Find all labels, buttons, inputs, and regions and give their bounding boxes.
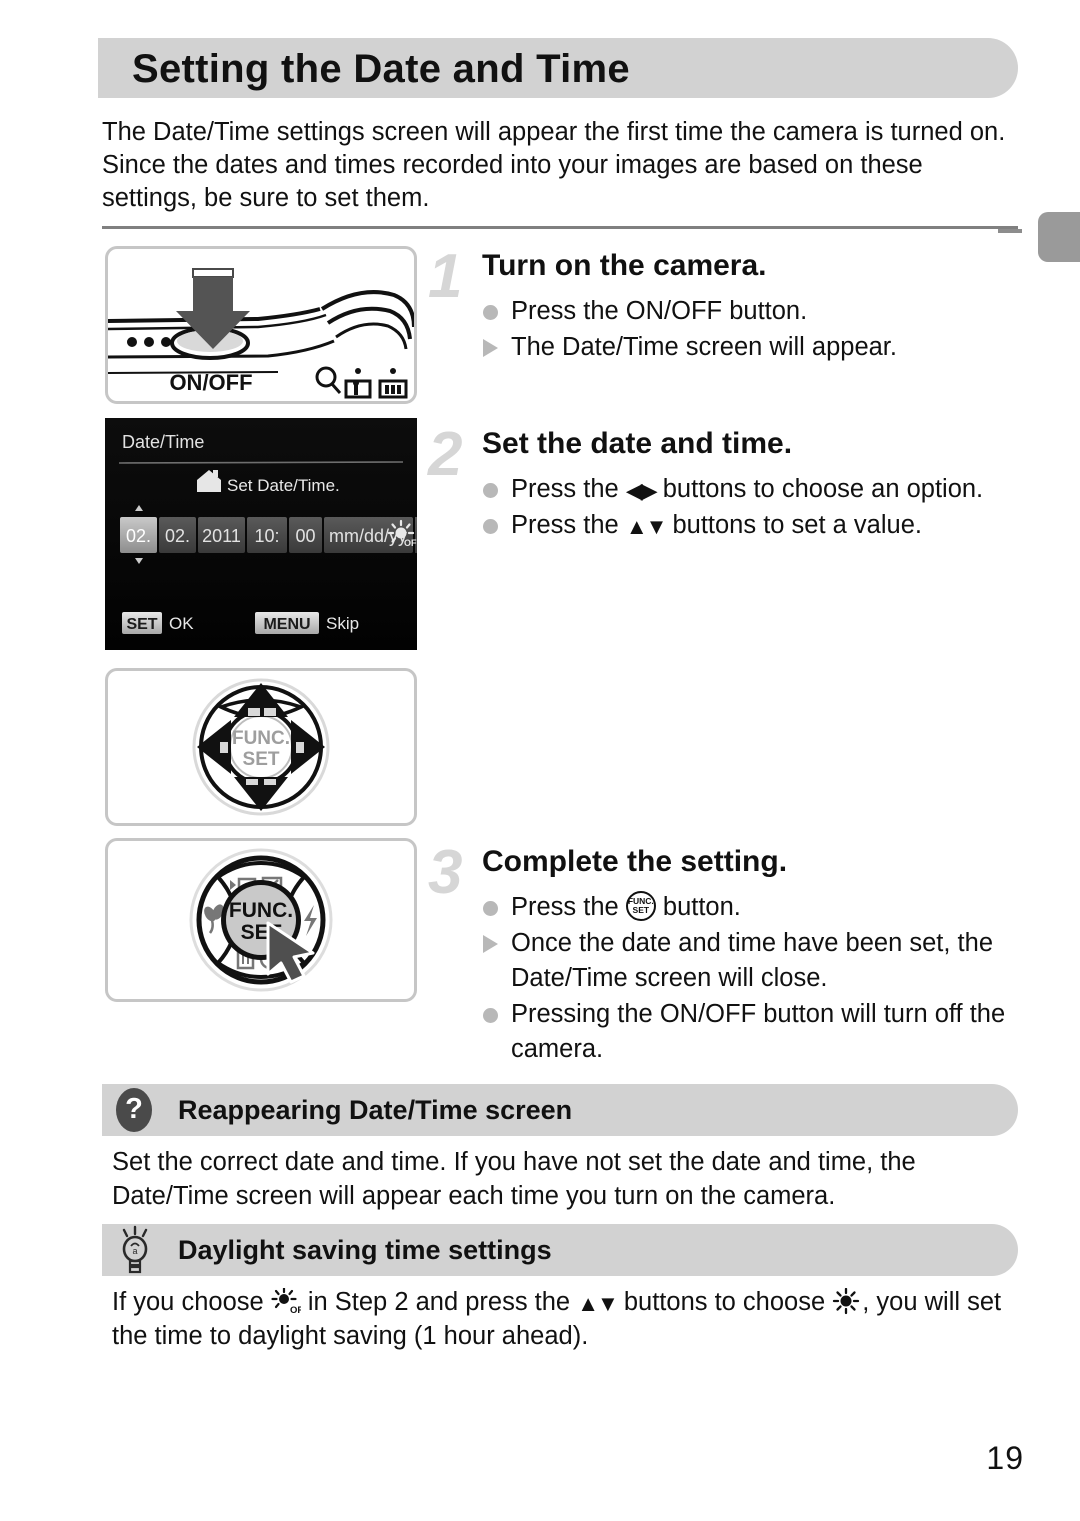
note-1-body: Set the correct date and time. If you ha… xyxy=(112,1148,916,1210)
step-3-number: 3 xyxy=(428,838,463,907)
bullet-line: Press the ON/OFF button. xyxy=(482,294,1022,329)
figure-camera-top: ON/OFF xyxy=(105,246,417,404)
svg-text:10:: 10: xyxy=(254,526,279,546)
bullet-text: Press the ON/OFF button. xyxy=(511,297,808,325)
bullet-text: Press the FUNC. SET button. xyxy=(511,890,1027,925)
figure-control-dial: FUNC. SET xyxy=(105,668,417,826)
svg-text:00: 00 xyxy=(295,526,315,546)
dot-bullet-icon xyxy=(482,890,511,925)
daylight-saving-off-icon: OFF xyxy=(271,1288,301,1316)
control-dial-illustration: FUNC. SET xyxy=(192,678,330,816)
intro-paragraph: The Date/Time settings screen will appea… xyxy=(102,118,1006,212)
bullet-text-pre: Press the xyxy=(511,893,626,921)
figure-lcd-datetime-screen: Date/Time Set Date/Time. 02. 02. 2011 10… xyxy=(105,418,417,650)
thumb-index-tab xyxy=(1038,212,1080,262)
bullet-line: Press the ▲▼ buttons to set a value. xyxy=(482,508,1027,543)
bullet-line: Pressing the ON/OFF button will turn off… xyxy=(482,997,1027,1067)
svg-text:2011: 2011 xyxy=(202,526,241,546)
page-title: Setting the Date and Time xyxy=(132,47,630,91)
bullet-text-post: button. xyxy=(655,893,741,921)
up-down-arrows-icon: ▲▼ xyxy=(577,1291,619,1316)
svg-text:02.: 02. xyxy=(165,526,190,546)
svg-text:mm/dd/yy: mm/dd/yy xyxy=(329,526,407,546)
bullet-text-pre: Press the xyxy=(511,475,626,503)
note-2-body-pre: If you choose xyxy=(112,1288,271,1316)
step-3-bullets: Press the FUNC. SET button. Once the date… xyxy=(482,890,1027,1068)
svg-text:a: a xyxy=(132,1246,137,1256)
left-right-arrows-icon: ◀▶ xyxy=(625,478,658,503)
step-2-number: 2 xyxy=(428,420,463,489)
lcd-title: Date/Time xyxy=(122,432,204,452)
svg-text:ON/OFF: ON/OFF xyxy=(169,370,252,395)
control-dial-pressed-illustration: FUNC. SET xyxy=(189,848,333,992)
triangle-bullet-icon xyxy=(482,330,511,365)
dot-bullet-icon xyxy=(482,294,511,329)
step-1-number: 1 xyxy=(428,242,463,311)
dial-pressed-line1: FUNC. xyxy=(229,899,293,922)
figure-control-dial-pressed: FUNC. SET xyxy=(105,838,417,1002)
step-3-heading: Complete the setting. xyxy=(482,845,788,878)
note-2-body-mid2: buttons to choose xyxy=(616,1288,833,1316)
dial-center-line2: SET xyxy=(243,749,280,770)
bullet-text: Press the ▲▼ buttons to set a value. xyxy=(511,508,1027,543)
menu-label: Skip xyxy=(326,614,359,633)
svg-text:SET: SET xyxy=(126,616,157,633)
svg-text:MENU: MENU xyxy=(263,616,310,633)
bullet-text: Once the date and time have been set, th… xyxy=(511,929,993,992)
bullet-text: The Date/Time screen will appear. xyxy=(511,333,897,361)
wide-zoom-icon xyxy=(378,368,408,399)
manual-page: Setting the Date and Time The Date/Time … xyxy=(0,0,1080,1521)
page-number: 19 xyxy=(986,1440,1024,1476)
section-divider xyxy=(102,226,1018,229)
up-down-arrows-icon: ▲▼ xyxy=(625,514,668,539)
thumb-index-dash xyxy=(998,229,1022,233)
bullet-line: Press the FUNC. SET button. xyxy=(482,890,1027,925)
tele-zoom-icon xyxy=(344,368,372,399)
bullet-text-pre: Press the xyxy=(511,511,626,539)
dot-bullet-icon xyxy=(482,472,511,507)
lightbulb-icon: a xyxy=(114,1224,154,1274)
bullet-text: Press the ◀▶ buttons to choose an option… xyxy=(511,472,1027,507)
note-2-body-mid: in Step 2 and press the xyxy=(300,1288,578,1316)
zoom-lever-icon xyxy=(315,366,342,394)
set-label: OK xyxy=(169,614,194,633)
camera-top-illustration: ON/OFF xyxy=(108,268,414,399)
dot-bullet-icon xyxy=(482,997,511,1032)
step-2-bullets: Press the ◀▶ buttons to choose an option… xyxy=(482,472,1027,544)
note-2-body: If you choose OFF in Step 2 and press th… xyxy=(112,1285,1018,1353)
bullet-text-post: buttons to choose an option. xyxy=(655,475,984,503)
step-1-bullets: Press the ON/OFF button. The Date/Time s… xyxy=(482,294,1022,366)
question-icon: ? xyxy=(116,1088,152,1132)
bullet-text-post: buttons to set a value. xyxy=(665,511,922,539)
func-set-button-icon: FUNC. SET xyxy=(625,891,656,921)
daylight-saving-on-icon xyxy=(832,1288,862,1316)
dot-bullet-icon xyxy=(482,508,511,543)
lcd-screen-illustration: Date/Time Set Date/Time. 02. 02. 2011 10… xyxy=(105,418,417,650)
dial-center-line1: FUNC. xyxy=(232,728,290,749)
bullet-line: Once the date and time have been set, th… xyxy=(482,926,1027,996)
bullet-line: The Date/Time screen will appear. xyxy=(482,330,1022,365)
step-1-heading: Turn on the camera. xyxy=(482,249,767,282)
svg-text:OFF: OFF xyxy=(290,1305,301,1316)
svg-text:02.: 02. xyxy=(126,526,151,546)
bullet-text: Pressing the ON/OFF button will turn off… xyxy=(511,1000,1006,1063)
lcd-prompt: Set Date/Time. xyxy=(227,476,340,495)
note-1-heading: Reappearing Date/Time screen xyxy=(178,1095,573,1125)
triangle-bullet-icon xyxy=(482,926,511,961)
step-2-heading: Set the date and time. xyxy=(482,427,793,460)
note-2-heading: Daylight saving time settings xyxy=(178,1235,552,1265)
svg-text:OFF: OFF xyxy=(404,538,417,548)
bullet-line: Press the ◀▶ buttons to choose an option… xyxy=(482,472,1027,507)
lcd-date-fields: 02. 02. 2011 10: 00 mm/dd/yy xyxy=(120,517,413,553)
